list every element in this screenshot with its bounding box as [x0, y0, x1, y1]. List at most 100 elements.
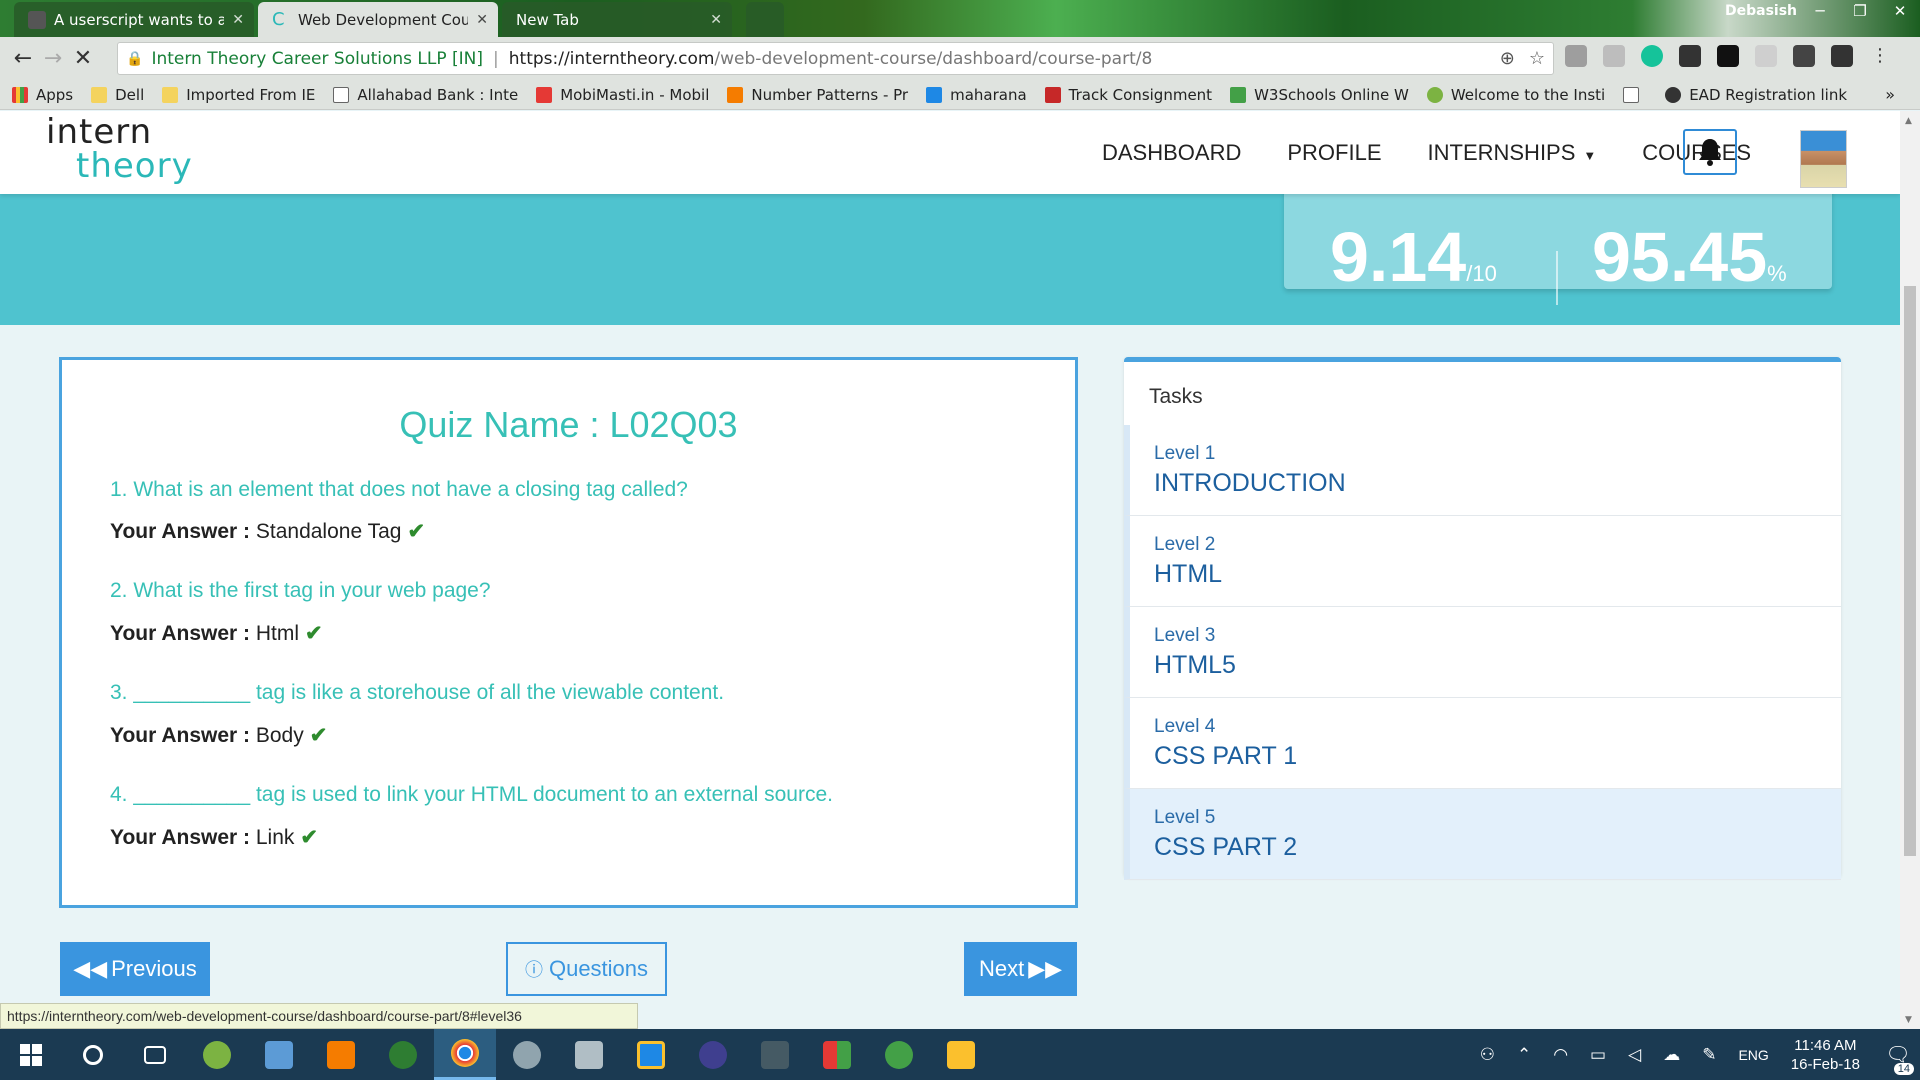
task-level-3[interactable]: Level 3 HTML5: [1124, 607, 1841, 698]
back-icon[interactable]: ←: [8, 46, 38, 71]
clock[interactable]: 11:46 AM 16-Feb-18: [1791, 1036, 1860, 1074]
scroll-down-icon[interactable]: ▼: [1905, 1015, 1912, 1025]
cortana-icon: [83, 1044, 103, 1065]
taskbar-chrome[interactable]: [434, 1029, 496, 1080]
zoom-icon[interactable]: ⊕: [1500, 48, 1515, 69]
page-scrollbar[interactable]: ▲ ▼: [1900, 111, 1920, 1029]
more-bookmarks-chevron-icon[interactable]: »: [1885, 85, 1895, 104]
bookmark-apps[interactable]: Apps: [12, 86, 73, 104]
percent-display: 95.45%: [1592, 217, 1787, 297]
task-level-2[interactable]: Level 2 HTML: [1124, 516, 1841, 607]
close-window-icon[interactable]: ✕: [1880, 0, 1920, 22]
menu-icon[interactable]: ⋮: [1869, 45, 1891, 67]
task-level-name: CSS PART 2: [1154, 833, 1298, 861]
extension-icon[interactable]: [1679, 45, 1701, 67]
bookmark-number-patterns[interactable]: Number Patterns - Pr: [727, 86, 908, 104]
close-icon[interactable]: ✕: [232, 12, 244, 28]
tab-title: New Tab: [516, 10, 579, 29]
nav-internships[interactable]: INTERNSHIPS ▼: [1428, 140, 1597, 166]
restore-icon[interactable]: ❐: [1840, 0, 1880, 22]
task-level-1[interactable]: Level 1 INTRODUCTION: [1124, 425, 1841, 516]
start-button[interactable]: [0, 1029, 62, 1080]
taskbar-app[interactable]: [744, 1029, 806, 1080]
answer-label: Your Answer :: [110, 520, 251, 543]
lock-icon[interactable]: 🔒: [126, 51, 143, 67]
nav-dashboard[interactable]: DASHBOARD: [1102, 140, 1241, 166]
extension-icon[interactable]: [1565, 45, 1587, 67]
bookmark-allahabad-bank[interactable]: Allahabad Bank : Inte: [333, 86, 518, 104]
close-icon[interactable]: ✕: [476, 12, 488, 28]
answer-value: Html: [255, 622, 300, 645]
previous-button[interactable]: ◀◀ Previous: [60, 942, 210, 996]
new-tab-button[interactable]: [746, 2, 784, 37]
browser-tab-new-tab[interactable]: New Tab ✕: [502, 2, 732, 37]
answer-value: Standalone Tag: [255, 520, 402, 543]
chevron-up-icon[interactable]: ⌃: [1517, 1045, 1531, 1065]
close-icon[interactable]: ✕: [710, 12, 722, 28]
taskbar-app[interactable]: [558, 1029, 620, 1080]
scroll-up-icon[interactable]: ▲: [1905, 116, 1912, 126]
loading-icon: C: [272, 8, 285, 30]
task-view-button[interactable]: [124, 1029, 186, 1080]
bookmark-track-consignment[interactable]: Track Consignment: [1044, 86, 1212, 104]
extension-icon[interactable]: [1755, 45, 1777, 67]
questions-button[interactable]: ⓘ Questions: [506, 942, 667, 996]
stop-icon[interactable]: ✕: [68, 46, 98, 71]
notifications-button[interactable]: [1683, 129, 1737, 175]
nav-profile[interactable]: PROFILE: [1287, 140, 1381, 166]
bookmark-w3schools[interactable]: W3Schools Online W: [1230, 86, 1409, 104]
status-bar-url: https://interntheory.com/web-development…: [0, 1003, 638, 1029]
wifi-icon[interactable]: ◠: [1553, 1045, 1568, 1065]
taskbar-app[interactable]: [806, 1029, 868, 1080]
taskbar-app[interactable]: [620, 1029, 682, 1080]
forward-icon[interactable]: →: [38, 46, 68, 71]
browser-tab-web-development[interactable]: C Web Development Cours ✕: [258, 2, 498, 37]
answer-label: Your Answer :: [110, 622, 251, 645]
task-level-5[interactable]: Level 5 CSS PART 2: [1124, 789, 1841, 880]
task-level-label: Level 2: [1154, 534, 1216, 555]
taskbar-atom[interactable]: [868, 1029, 930, 1080]
taskbar-media-player[interactable]: [310, 1029, 372, 1080]
download-icon[interactable]: [1793, 45, 1815, 67]
taskbar-file-explorer[interactable]: [930, 1029, 992, 1080]
people-icon[interactable]: ⚇: [1480, 1045, 1495, 1065]
scroll-thumb[interactable]: [1904, 286, 1916, 856]
bookmark-maharana[interactable]: maharana: [926, 86, 1027, 104]
user-avatar[interactable]: [1800, 130, 1847, 188]
address-bar[interactable]: 🔒 Intern Theory Career Solutions LLP [IN…: [117, 42, 1554, 75]
next-button[interactable]: Next ▶▶: [964, 942, 1077, 996]
taskbar-eclipse[interactable]: [682, 1029, 744, 1080]
grammarly-icon[interactable]: [1641, 45, 1663, 67]
score-divider: [1556, 251, 1558, 305]
answer-label: Your Answer :: [110, 724, 251, 747]
bookmark-imported-from-ie[interactable]: Imported From IE: [162, 86, 315, 104]
browser-tab-strip: A userscript wants to acc ✕ C Web Develo…: [0, 0, 1920, 37]
search-button[interactable]: [62, 1029, 124, 1080]
pen-icon[interactable]: ✎: [1702, 1045, 1716, 1065]
taskbar-app[interactable]: [372, 1029, 434, 1080]
bookmark-ead-page[interactable]: [1623, 86, 1647, 103]
chrome-icon: [451, 1039, 479, 1067]
action-center-button[interactable]: 🗨 14: [1876, 1042, 1920, 1075]
taskbar-app[interactable]: [248, 1029, 310, 1080]
profile-name[interactable]: Debasish: [1725, 3, 1797, 19]
bookmark-dell[interactable]: Dell: [91, 86, 144, 104]
language-indicator[interactable]: ENG: [1738, 1047, 1768, 1063]
taskbar-android-studio[interactable]: [186, 1029, 248, 1080]
bookmark-star-icon[interactable]: ☆: [1529, 48, 1545, 69]
taskbar-app[interactable]: [496, 1029, 558, 1080]
bookmark-ead-registration[interactable]: EAD Registration link: [1665, 86, 1847, 104]
task-level-4[interactable]: Level 4 CSS PART 1: [1124, 698, 1841, 789]
amazon-icon[interactable]: [1717, 45, 1739, 67]
cloud-icon[interactable]: ☁: [1663, 1045, 1680, 1065]
extension-icon[interactable]: [1603, 45, 1625, 67]
bell-icon: [1699, 139, 1721, 166]
minimize-icon[interactable]: ─: [1800, 0, 1840, 22]
interntheory-logo[interactable]: intern theory: [46, 115, 193, 183]
bookmark-welcome-institute[interactable]: Welcome to the Insti: [1426, 86, 1605, 104]
bookmark-mobimasti[interactable]: MobiMasti.in - Mobil: [536, 86, 709, 104]
battery-icon[interactable]: ▭: [1590, 1045, 1606, 1065]
volume-icon[interactable]: ◁: [1628, 1045, 1641, 1065]
browser-tab-userscript[interactable]: A userscript wants to acc ✕: [14, 2, 254, 37]
extension-icon[interactable]: [1831, 45, 1853, 67]
